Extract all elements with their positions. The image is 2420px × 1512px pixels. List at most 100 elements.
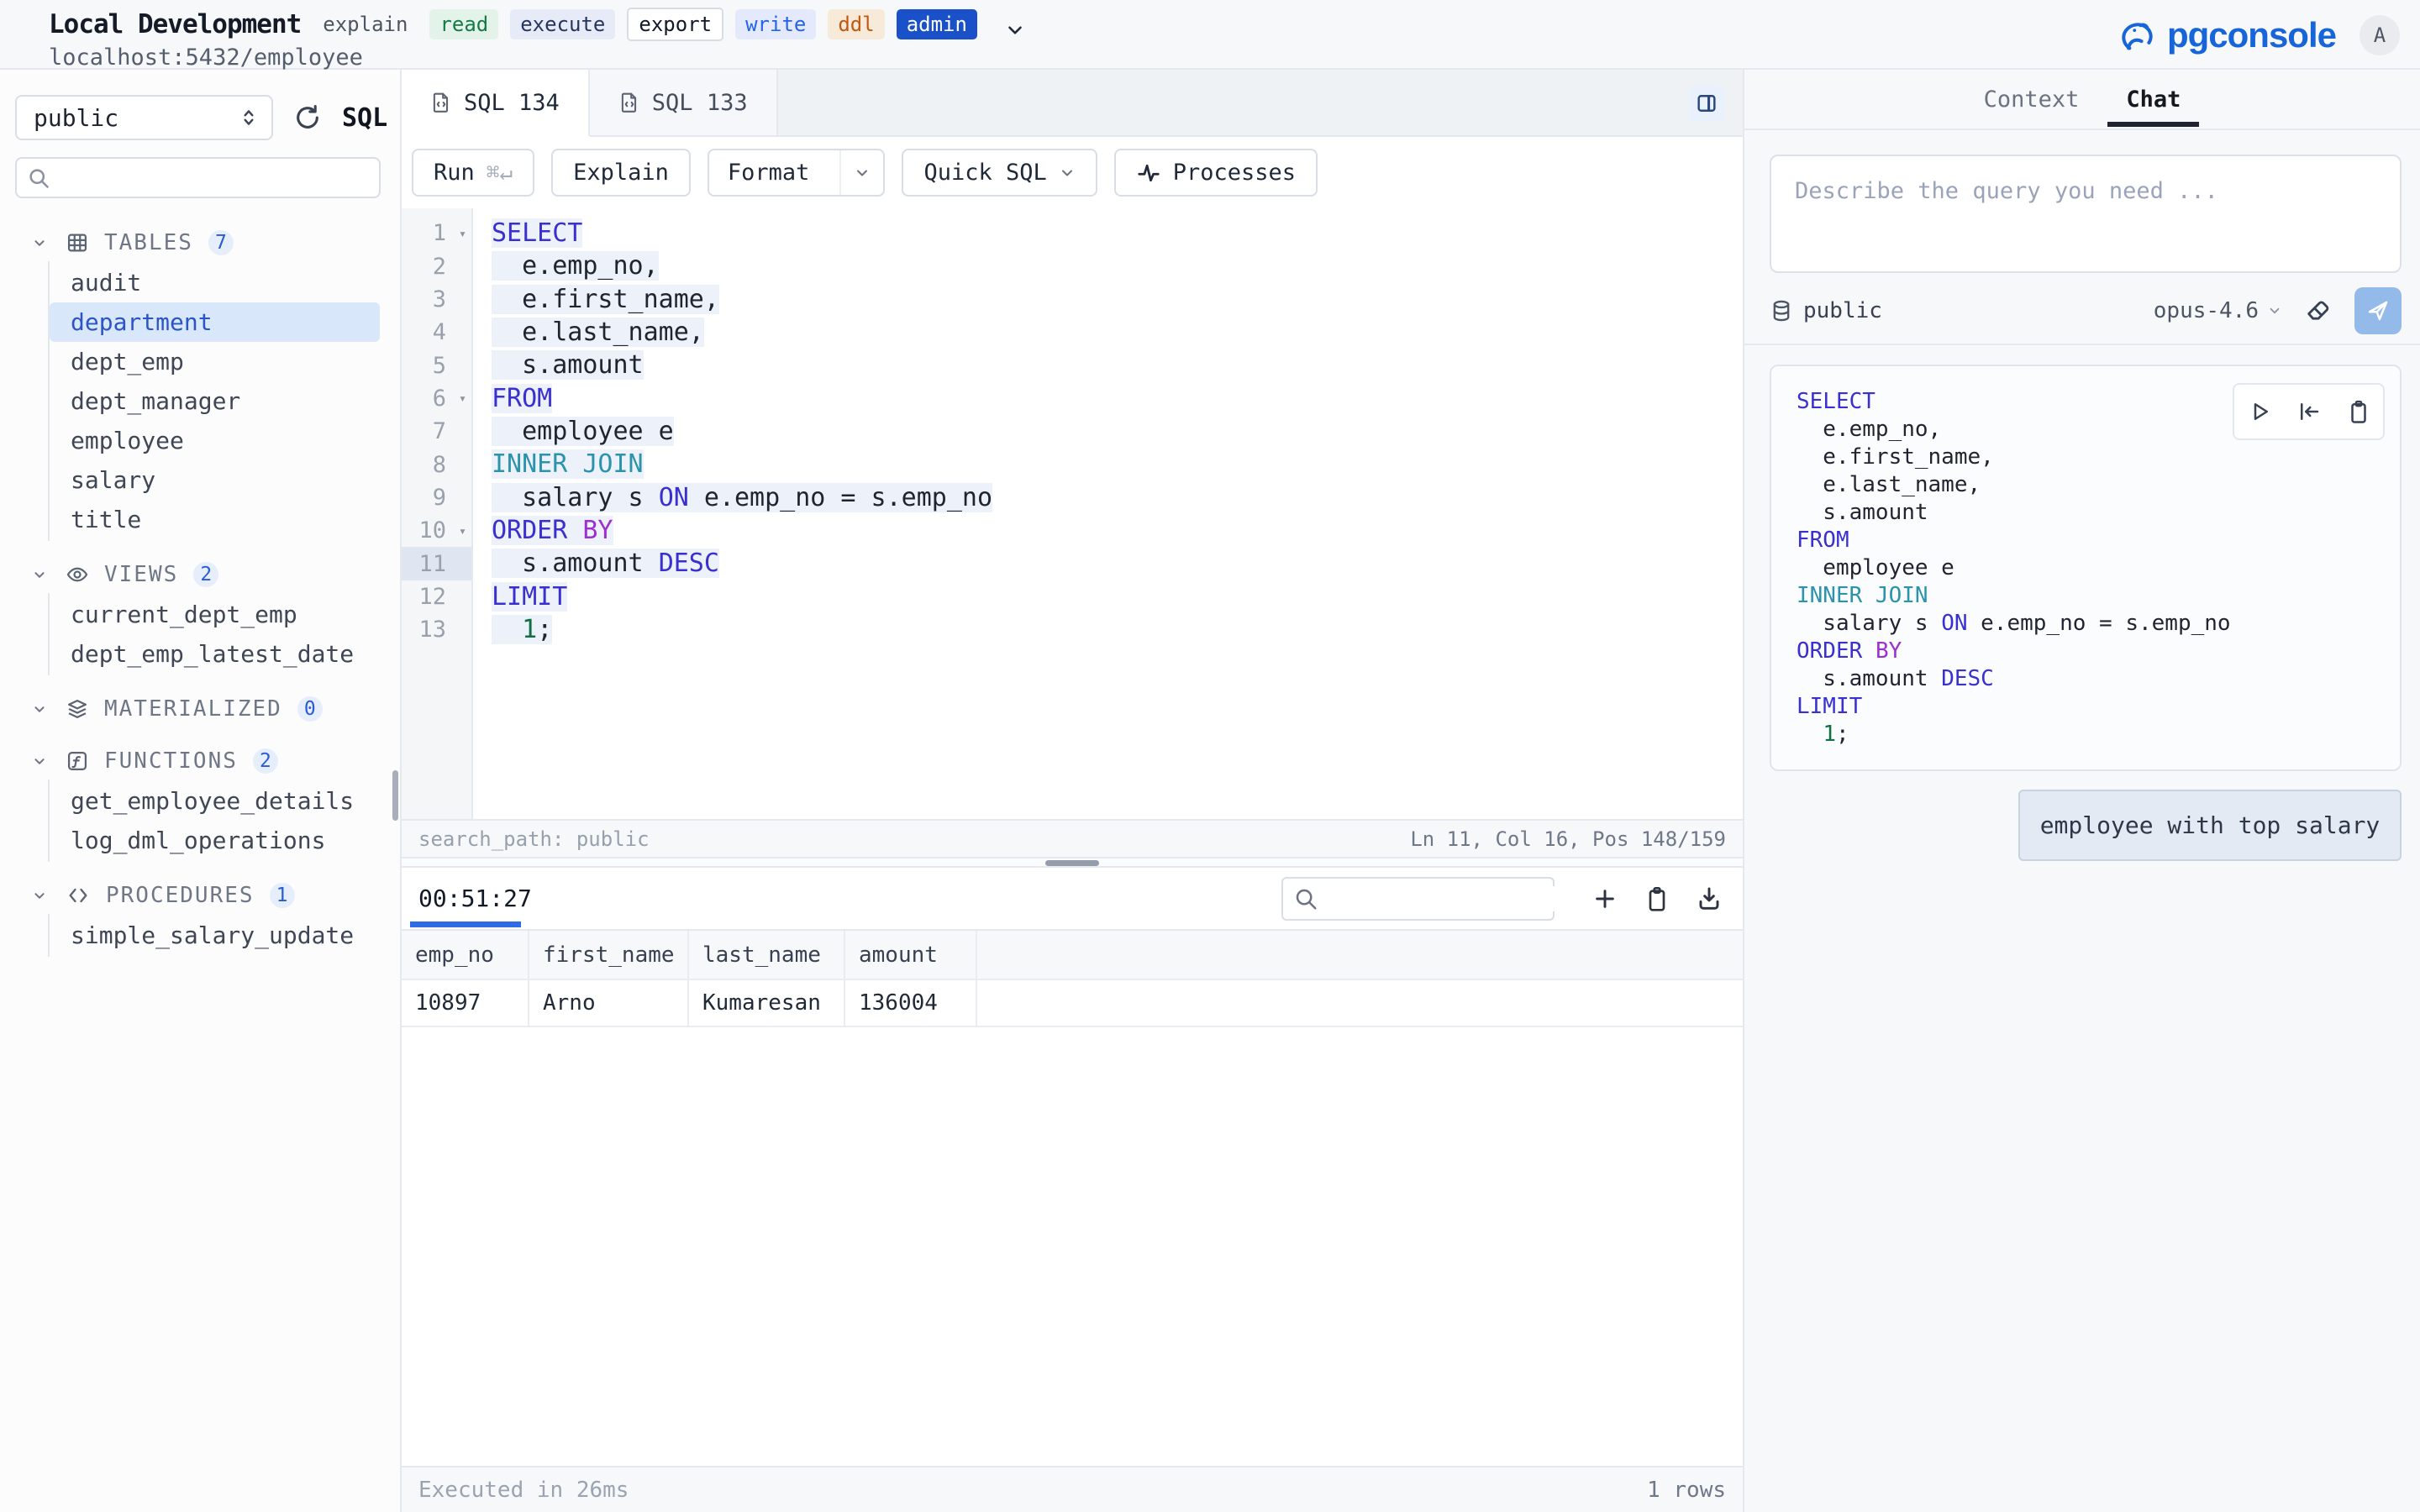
statement-highlight: salary s ON e.emp_no = s.emp_no: [492, 483, 992, 512]
explain-button[interactable]: Explain: [551, 149, 691, 197]
tree-item-dept_manager[interactable]: dept_manager: [50, 381, 380, 421]
add-tab-icon[interactable]: [1591, 885, 1618, 912]
section-header-tables[interactable]: TABLES7: [0, 224, 400, 261]
download-results-icon[interactable]: [1696, 885, 1723, 912]
results-search[interactable]: [1281, 877, 1555, 921]
cell-value: Kumaresan: [689, 980, 845, 1026]
assistant-panel: Context Chat public opus-4.6: [1743, 70, 2420, 1512]
tree-item-employee[interactable]: employee: [50, 421, 380, 460]
column-header-first_name[interactable]: first_name: [529, 931, 689, 979]
editor-tab-sql-134[interactable]: SQL 134: [402, 70, 590, 137]
permission-tag-ddl[interactable]: ddl: [828, 9, 884, 40]
quick-sql-button[interactable]: Quick SQL: [902, 149, 1097, 197]
send-button[interactable]: [2354, 287, 2402, 334]
line-number: 3: [433, 286, 446, 312]
permission-tag-export[interactable]: export: [627, 8, 723, 42]
format-chevron-down-icon[interactable]: [839, 150, 883, 195]
section-header-procedures[interactable]: PROCEDURES1: [0, 877, 400, 914]
copy-results-icon[interactable]: [1644, 885, 1670, 912]
editor-code[interactable]: SELECT e.emp_no, e.first_name, e.last_na…: [473, 208, 1743, 819]
column-header-emp_no[interactable]: emp_no: [402, 931, 529, 979]
tree-item-dept_emp[interactable]: dept_emp: [50, 342, 380, 381]
permission-tag-explain[interactable]: explain: [323, 9, 418, 40]
editor-tab-sql-133[interactable]: SQL 133: [590, 70, 778, 135]
code-line-6: FROM: [492, 382, 1743, 415]
gutter-line-12: 12: [402, 580, 471, 613]
sql-token: e.first_name,: [1797, 444, 1994, 470]
assistant-code-line-4: e.last_name,: [1797, 471, 2400, 499]
tree-item-dept_emp_latest_date[interactable]: dept_emp_latest_date: [50, 634, 380, 674]
permission-tag-read[interactable]: read: [429, 9, 498, 40]
code-card-toolbar: [2233, 383, 2385, 440]
tree-item-simple_salary_update[interactable]: simple_salary_update: [50, 916, 380, 955]
tree-item-salary[interactable]: salary: [50, 460, 380, 500]
sql-token: e.emp_no,: [492, 251, 659, 281]
insert-into-editor-icon[interactable]: [2296, 399, 2322, 424]
toggle-right-panel-button[interactable]: [1689, 86, 1724, 121]
chevron-down-icon[interactable]: [30, 752, 49, 770]
schema-select-value: public: [34, 104, 118, 132]
chevron-down-icon[interactable]: [1004, 19, 1026, 41]
sql-token: 1: [1823, 722, 1836, 747]
model-select[interactable]: opus-4.6: [2154, 298, 2282, 323]
tree-item-audit[interactable]: audit: [50, 263, 380, 302]
tree-item-log_dml_operations[interactable]: log_dml_operations: [50, 821, 380, 860]
column-header-last_name[interactable]: last_name: [689, 931, 845, 979]
section-header-functions[interactable]: FUNCTIONS2: [0, 743, 400, 780]
assistant-code-line-9: salary s ON e.emp_no = s.emp_no: [1797, 610, 2400, 638]
prompt-input[interactable]: [1771, 156, 2400, 271]
sql-token: FROM: [492, 384, 552, 413]
run-snippet-play-icon[interactable]: [2247, 399, 2272, 424]
chevron-down-icon[interactable]: [30, 700, 49, 718]
clear-chat-eraser-icon[interactable]: [2304, 297, 2333, 325]
chevron-down-icon[interactable]: [30, 234, 49, 252]
avatar[interactable]: A: [2360, 15, 2400, 55]
fold-caret-icon[interactable]: ▾: [459, 391, 466, 406]
fold-caret-icon[interactable]: ▾: [459, 523, 466, 538]
sidebar-search[interactable]: [15, 157, 381, 198]
assistant-code-line-8: INNER JOIN: [1797, 582, 2400, 610]
chevron-down-icon[interactable]: [30, 886, 49, 905]
results-tab-timer[interactable]: 00:51:27: [418, 868, 532, 929]
sql-editor[interactable]: 1▾23456▾78910▾111213 SELECT e.emp_no, e.…: [402, 208, 1743, 819]
chevron-down-icon[interactable]: [30, 565, 49, 584]
tree-item-title[interactable]: title: [50, 500, 380, 539]
tab-chat[interactable]: Chat: [2126, 70, 2181, 129]
tree-item-get_employee_details[interactable]: get_employee_details: [50, 781, 380, 821]
context-schema[interactable]: public: [1770, 298, 1882, 323]
divider-drag-handle[interactable]: [1045, 860, 1099, 866]
format-button[interactable]: Format: [708, 149, 886, 197]
processes-label: Processes: [1173, 160, 1296, 186]
section-header-views[interactable]: VIEWS2: [0, 556, 400, 593]
sidebar-scrollbar[interactable]: [392, 770, 398, 821]
results-header-row: emp_nofirst_namelast_nameamount: [402, 931, 1743, 979]
sql-mode-label[interactable]: SQL: [342, 103, 387, 133]
tree-item-current_dept_emp[interactable]: current_dept_emp: [50, 595, 380, 634]
processes-button[interactable]: Processes: [1114, 149, 1318, 197]
format-label[interactable]: Format: [709, 150, 829, 195]
table-row[interactable]: 10897ArnoKumaresan136004: [402, 979, 1743, 1027]
permission-tag-execute[interactable]: execute: [510, 9, 615, 40]
fold-caret-icon[interactable]: ▾: [459, 226, 466, 241]
sql-token: SELECT: [1797, 389, 1876, 414]
schema-select[interactable]: public: [15, 95, 273, 140]
connection-string: localhost:5432/employee: [49, 45, 1026, 71]
tab-context[interactable]: Context: [1984, 70, 2080, 129]
sql-token: SELECT: [492, 218, 582, 248]
user-message-text: employee with top salary: [2040, 811, 2381, 839]
section-header-materialized[interactable]: MATERIALIZED0: [0, 690, 400, 727]
permission-tag-admin[interactable]: admin: [897, 9, 977, 40]
results-search-input[interactable]: [1325, 886, 1608, 911]
sidebar-search-input[interactable]: [59, 165, 369, 191]
database-icon: [1770, 299, 1793, 323]
statement-highlight: 1;: [492, 615, 552, 644]
column-header-amount[interactable]: amount: [845, 931, 977, 979]
tree-item-department[interactable]: department: [50, 302, 380, 342]
statement-highlight: LIMIT: [492, 582, 567, 612]
gutter-line-10: 10▾: [402, 514, 471, 547]
run-button[interactable]: Run ⌘↵: [412, 149, 534, 197]
permission-tag-write[interactable]: write: [735, 9, 816, 40]
refresh-icon[interactable]: [293, 103, 322, 132]
copy-snippet-icon[interactable]: [2346, 399, 2371, 424]
results-rows: 10897ArnoKumaresan136004: [402, 979, 1743, 1027]
